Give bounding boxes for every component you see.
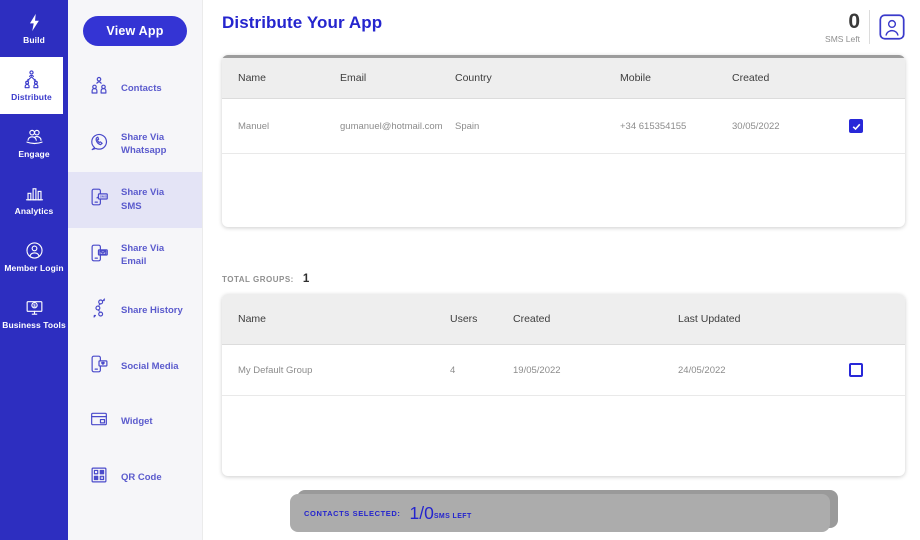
groups-table: Name Users Created Last Updated My Defau… xyxy=(222,294,905,476)
column-header-country: Country xyxy=(455,72,492,84)
sidebar-item-label: Share Via Whatsapp xyxy=(121,131,167,157)
sidebar-item-share-sms[interactable]: SMS Share Via SMS xyxy=(68,172,202,228)
footer-sms-left-label: SMS LEFT xyxy=(433,513,472,520)
nav-label: Business Tools xyxy=(2,319,66,330)
contact-country: Spain xyxy=(455,120,480,132)
group-created: 19/05/2022 xyxy=(513,364,561,376)
nav-item-business-tools[interactable]: $ Business Tools xyxy=(0,285,68,342)
contacts-selected-label: CONTACTS SELECTED: xyxy=(304,508,401,518)
groups-table-header: Name Users Created Last Updated xyxy=(222,294,905,345)
sidebar-item-qr-code[interactable]: QR Code xyxy=(68,450,202,506)
column-header-mobile: Mobile xyxy=(620,72,651,84)
table-empty-area xyxy=(222,396,905,476)
view-app-button[interactable]: View App xyxy=(83,15,187,46)
sidebar-item-contacts[interactable]: Contacts xyxy=(68,61,202,117)
sidebar-item-share-history[interactable]: Share History xyxy=(68,283,202,339)
view-app-container: View App xyxy=(68,0,202,61)
column-header-last-updated: Last Updated xyxy=(678,313,741,325)
nav-label: Build xyxy=(23,34,45,45)
qr-code-icon xyxy=(88,464,110,491)
secondary-sidebar: View App Contacts Share Via Whatsapp SMS… xyxy=(68,0,203,540)
sidebar-item-share-email[interactable]: Share Via Email xyxy=(68,228,202,284)
contact-created: 30/05/2022 xyxy=(732,120,780,132)
sidebar-item-label: QR Code xyxy=(121,471,162,483)
total-groups-value: 1 xyxy=(302,273,310,285)
column-header-users: Users xyxy=(450,313,478,325)
sidebar-item-label: Contacts xyxy=(121,83,162,95)
sidebar-item-label: Share Via SMS xyxy=(121,187,165,212)
contact-name: Manuel xyxy=(238,120,270,132)
table-row: Manuel gumanuel@hotmail.com Spain +34 61… xyxy=(222,99,905,154)
main-content: Distribute Your App 0 SMS Left Name Emai… xyxy=(203,0,920,540)
contact-email: gumanuel@hotmail.com xyxy=(340,120,443,132)
header-right: 0 SMS Left xyxy=(825,10,905,44)
business-tools-icon: $ xyxy=(24,297,45,318)
whatsapp-icon xyxy=(88,131,110,158)
table-row: My Default Group 4 19/05/2022 24/05/2022 xyxy=(222,345,905,396)
sms-count-value: 0 xyxy=(848,10,860,33)
profile-avatar-icon[interactable] xyxy=(879,14,905,40)
nav-item-analytics[interactable]: Analytics xyxy=(0,171,68,228)
primary-sidebar: Build Distribute Engage Analytics Member… xyxy=(0,0,68,540)
engage-icon xyxy=(24,126,45,147)
nav-label: Member Login xyxy=(4,262,64,273)
widget-icon xyxy=(88,408,110,435)
nav-label: Engage xyxy=(18,148,50,159)
contact-mobile: +34 615354155 xyxy=(620,120,687,132)
sidebar-item-label: Share Via Email xyxy=(121,242,165,268)
group-name: My Default Group xyxy=(238,364,313,376)
email-phone-icon xyxy=(88,242,110,269)
total-groups-label: TOTAL GROUPS: xyxy=(222,275,294,284)
nav-label: Analytics xyxy=(14,205,54,216)
sidebar-item-label: Widget xyxy=(121,416,153,428)
bolt-icon xyxy=(24,12,45,33)
table-empty-area xyxy=(222,154,905,227)
analytics-icon xyxy=(24,183,45,204)
contacts-icon xyxy=(88,75,110,102)
column-header-name: Name xyxy=(238,72,267,84)
group-last-updated: 24/05/2022 xyxy=(678,364,726,376)
share-history-icon xyxy=(88,297,110,324)
nav-label: Distribute xyxy=(11,91,52,102)
column-header-email: Email xyxy=(340,72,367,84)
sidebar-item-social-media[interactable]: Social Media xyxy=(68,339,202,395)
sidebar-item-widget[interactable]: Widget xyxy=(68,394,202,450)
header-divider xyxy=(869,10,870,45)
contact-checkbox[interactable] xyxy=(849,119,863,133)
group-users: 4 xyxy=(450,364,456,376)
group-checkbox[interactable] xyxy=(849,363,863,377)
sms-phone-icon: SMS xyxy=(88,186,110,213)
svg-text:SMS: SMS xyxy=(100,195,107,199)
member-login-icon xyxy=(24,240,45,261)
contacts-table-header: Name Email Country Mobile Created xyxy=(222,58,905,99)
sms-left-label: SMS Left xyxy=(825,34,860,45)
sidebar-item-label: Social Media xyxy=(121,360,179,372)
column-header-created: Created xyxy=(732,72,770,84)
distribute-icon xyxy=(21,69,42,90)
selection-footer: CONTACTS SELECTED: 1/0 SMS LEFT xyxy=(290,490,838,532)
column-header-created: Created xyxy=(513,313,551,325)
selection-footer-bar: CONTACTS SELECTED: 1/0 SMS LEFT xyxy=(290,494,830,532)
nav-item-distribute[interactable]: Distribute xyxy=(0,57,63,114)
groups-summary: TOTAL GROUPS: 1 xyxy=(222,273,905,285)
page-header: Distribute Your App 0 SMS Left xyxy=(222,0,905,55)
contacts-selected-count: 1/0 xyxy=(409,502,434,523)
column-header-name: Name xyxy=(238,313,267,325)
nav-item-member-login[interactable]: Member Login xyxy=(0,228,68,285)
sidebar-item-share-whatsapp[interactable]: Share Via Whatsapp xyxy=(68,117,202,173)
contacts-table: Name Email Country Mobile Created Manuel… xyxy=(222,55,905,227)
nav-item-engage[interactable]: Engage xyxy=(0,114,68,171)
sms-counter: 0 SMS Left xyxy=(825,10,860,44)
page-title: Distribute Your App xyxy=(222,13,383,32)
social-media-icon xyxy=(88,353,110,380)
sidebar-item-label: Share History xyxy=(121,305,183,317)
nav-item-build[interactable]: Build xyxy=(0,0,68,57)
